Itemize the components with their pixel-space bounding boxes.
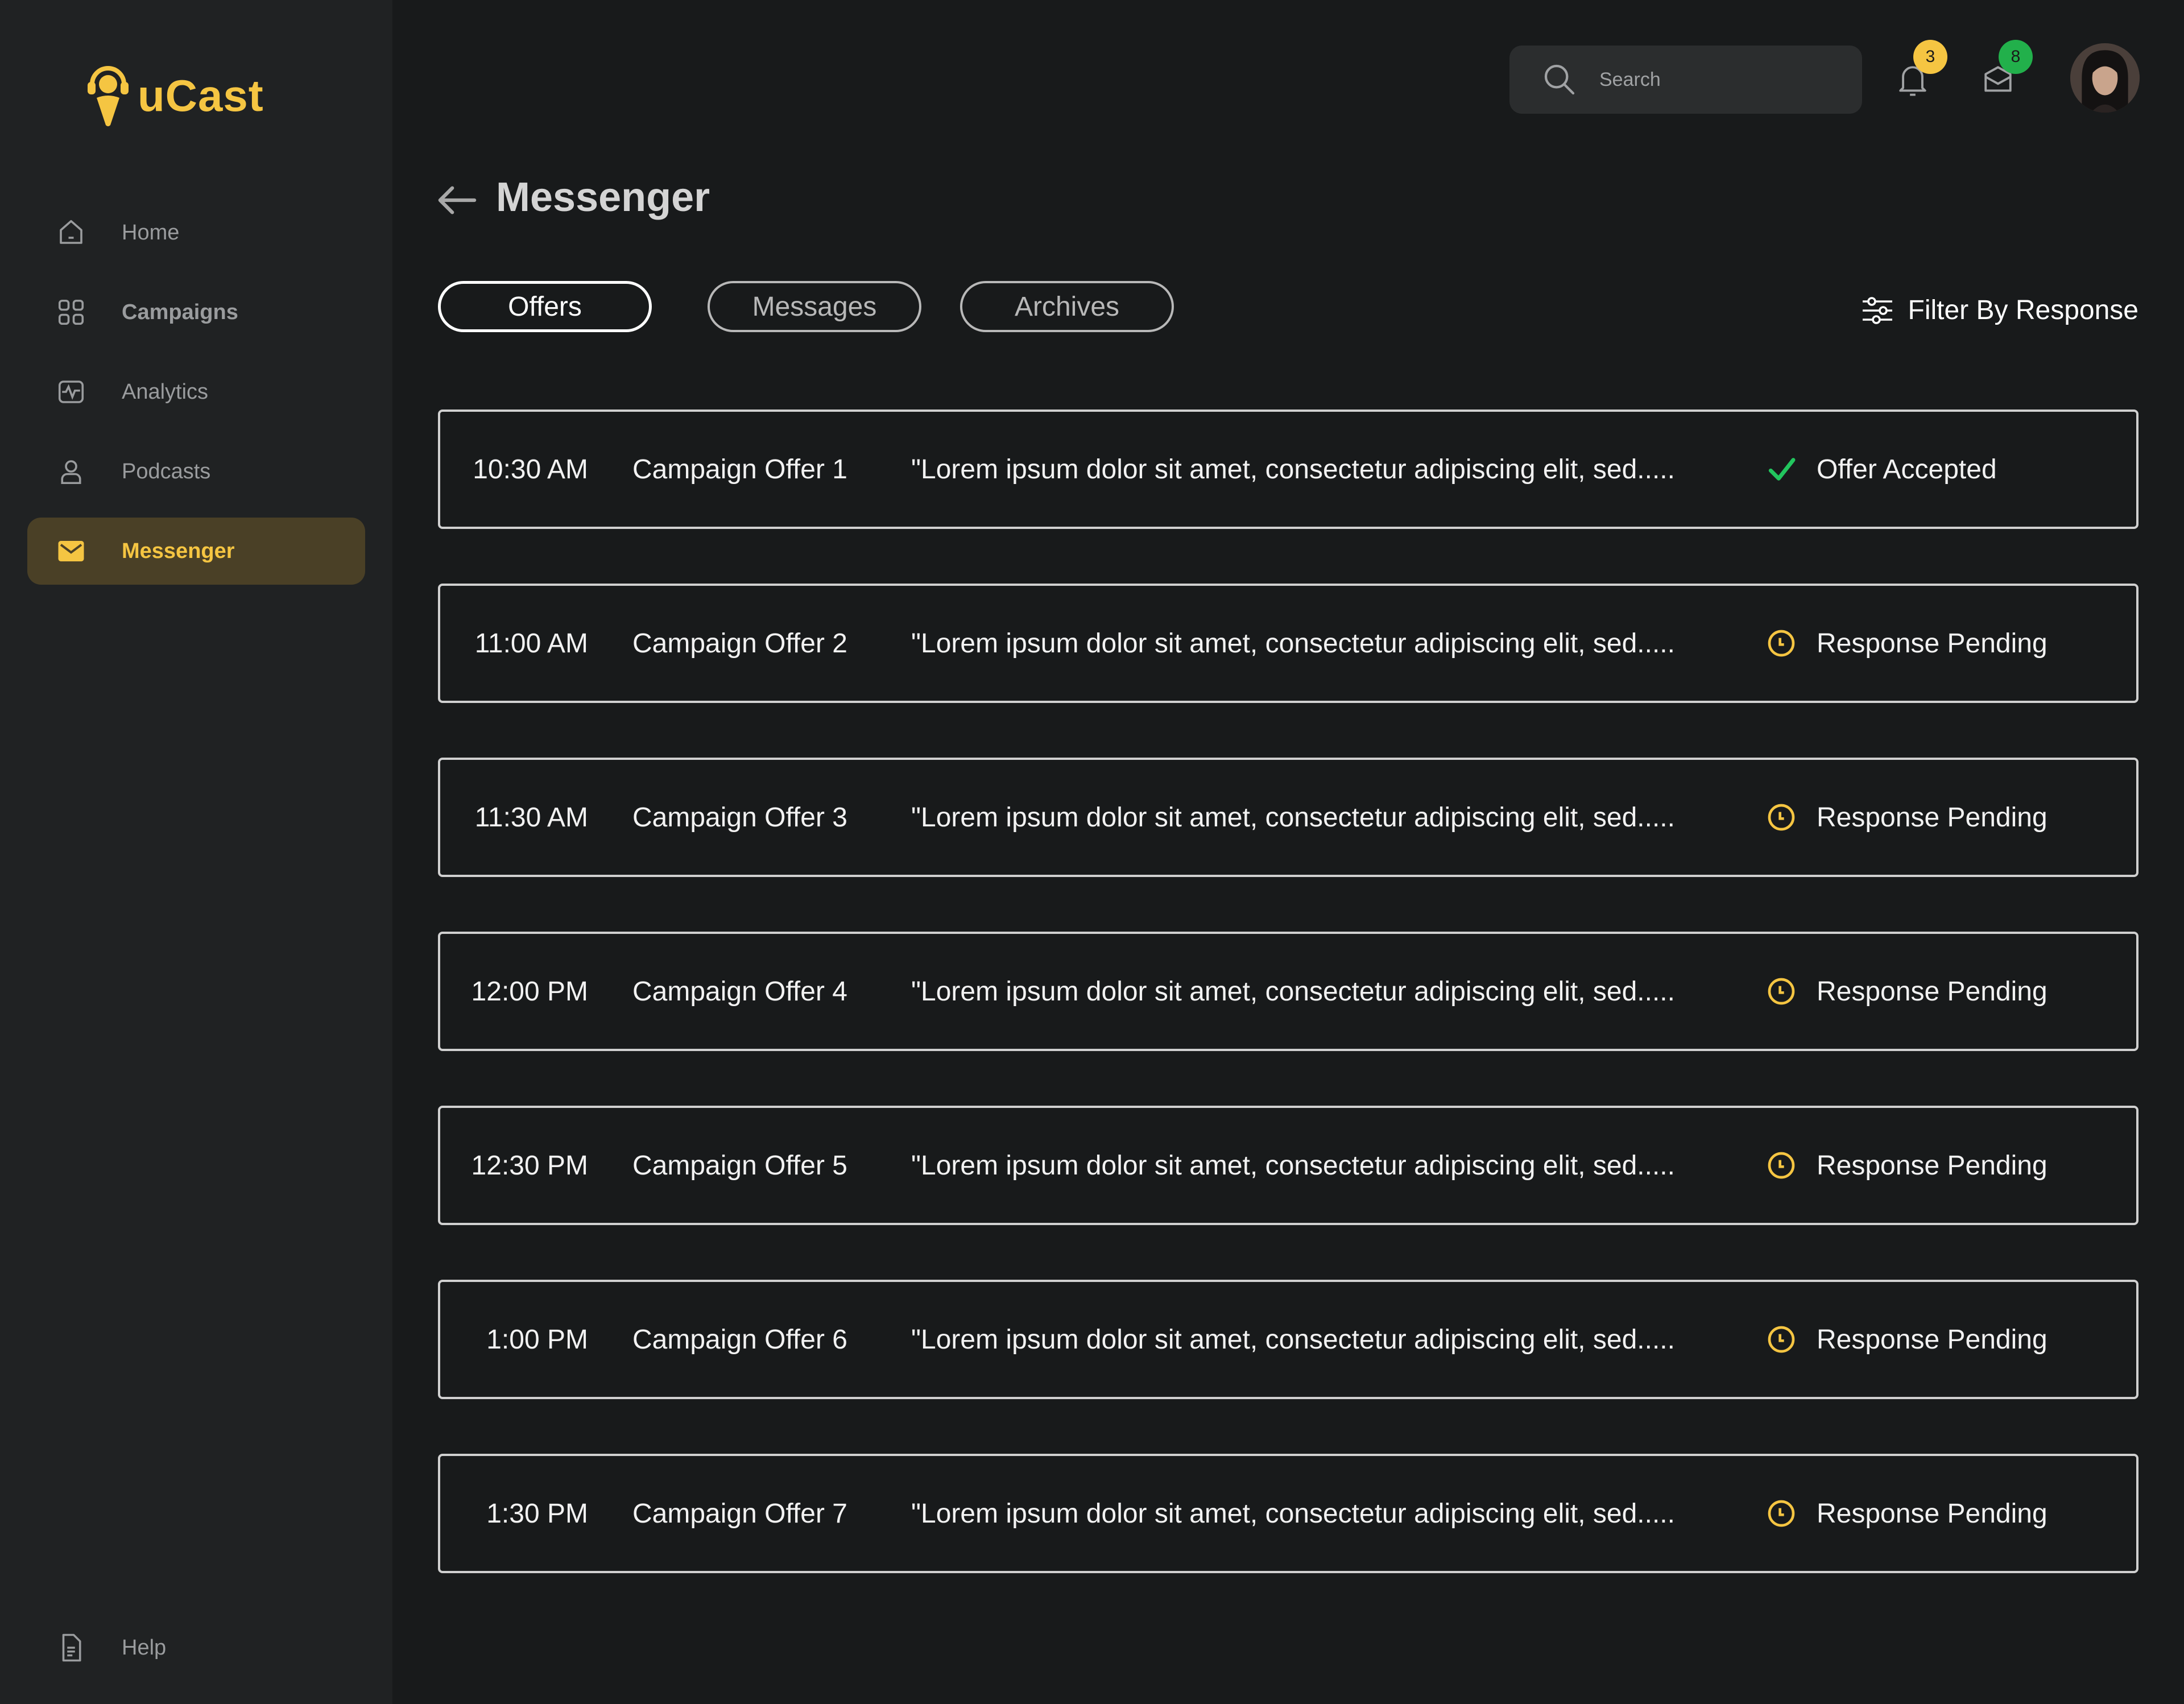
notifications-badge: 3: [1913, 40, 1947, 74]
logo[interactable]: uCast: [85, 64, 264, 127]
offer-status: Response Pending: [1765, 1282, 2048, 1397]
activity-icon: [56, 377, 86, 407]
offer-row[interactable]: 10:30 AM Campaign Offer 1 "Lorem ipsum d…: [438, 410, 2138, 529]
sidebar-item-analytics[interactable]: Analytics: [27, 358, 365, 425]
offer-status: Response Pending: [1765, 1108, 2048, 1223]
sidebar-item-label: Podcasts: [122, 459, 211, 483]
clock-icon: [1765, 1324, 1797, 1355]
clock-icon: [1765, 975, 1797, 1007]
offer-row[interactable]: 11:30 AM Campaign Offer 3 "Lorem ipsum d…: [438, 758, 2138, 877]
sidebar-item-home[interactable]: Home: [27, 199, 365, 266]
offer-status: Offer Accepted: [1765, 412, 1997, 527]
offer-status: Response Pending: [1765, 1456, 2048, 1571]
search-input[interactable]: Search: [1509, 46, 1862, 114]
offer-time: 1:00 PM: [486, 1324, 588, 1355]
brand-name: uCast: [138, 70, 264, 121]
sidebar-item-help[interactable]: Help: [27, 1614, 365, 1681]
offer-status: Response Pending: [1765, 586, 2048, 701]
back-arrow-icon[interactable]: [437, 183, 477, 217]
offer-status-label: Offer Accepted: [1817, 454, 1997, 485]
page-title: Messenger: [496, 175, 710, 220]
tab-offers[interactable]: Offers: [438, 281, 652, 332]
clock-icon: [1765, 801, 1797, 833]
tab-archives[interactable]: Archives: [960, 281, 1174, 332]
offer-message: "Lorem ipsum dolor sit amet, consectetur…: [911, 976, 1675, 1007]
document-icon: [56, 1632, 86, 1663]
offer-name: Campaign Offer 2: [632, 628, 847, 659]
offer-name: Campaign Offer 6: [632, 1324, 847, 1355]
mail-icon: [56, 536, 86, 566]
tab-messages[interactable]: Messages: [708, 281, 921, 332]
clock-icon: [1765, 1149, 1797, 1181]
sidebar-item-podcasts[interactable]: Podcasts: [27, 438, 365, 505]
clock-icon: [1765, 627, 1797, 659]
offer-message: "Lorem ipsum dolor sit amet, consectetur…: [911, 1150, 1675, 1181]
offer-message: "Lorem ipsum dolor sit amet, consectetur…: [911, 628, 1675, 659]
offer-message: "Lorem ipsum dolor sit amet, consectetur…: [911, 1324, 1675, 1355]
sliders-icon: [1862, 296, 1892, 324]
sidebar-item-campaigns[interactable]: Campaigns: [27, 279, 365, 346]
messages-badge: 8: [1999, 40, 2033, 74]
offer-status: Response Pending: [1765, 934, 2048, 1049]
offer-name: Campaign Offer 4: [632, 976, 847, 1007]
offer-name: Campaign Offer 7: [632, 1498, 847, 1529]
offer-name: Campaign Offer 3: [632, 802, 847, 833]
offer-time: 11:30 AM: [474, 802, 588, 833]
logo-mic-icon: [88, 66, 129, 126]
offer-name: Campaign Offer 5: [632, 1150, 847, 1181]
search-icon: [1544, 64, 1575, 95]
sidebar-item-messenger[interactable]: Messenger: [27, 518, 365, 585]
offer-status-label: Response Pending: [1817, 1324, 2048, 1355]
offer-message: "Lorem ipsum dolor sit amet, consectetur…: [911, 802, 1675, 833]
filter-by-response-button[interactable]: Filter By Response: [1860, 295, 2139, 326]
offer-row[interactable]: 11:00 AM Campaign Offer 2 "Lorem ipsum d…: [438, 584, 2138, 703]
offer-status-label: Response Pending: [1817, 976, 2048, 1007]
offer-status-label: Response Pending: [1817, 1498, 2048, 1529]
offer-row[interactable]: 1:30 PM Campaign Offer 7 "Lorem ipsum do…: [438, 1454, 2138, 1573]
check-icon: [1765, 453, 1797, 485]
offers-list: 10:30 AM Campaign Offer 1 "Lorem ipsum d…: [438, 410, 2138, 1628]
offer-status: Response Pending: [1765, 760, 2048, 875]
sidebar-help: Help: [27, 1614, 365, 1694]
filter-label: Filter By Response: [1908, 295, 2139, 325]
sidebar-item-label: Messenger: [122, 539, 235, 563]
offer-row[interactable]: 12:30 PM Campaign Offer 5 "Lorem ipsum d…: [438, 1106, 2138, 1225]
offer-status-label: Response Pending: [1817, 628, 2048, 659]
app-root: uCast Home Campaigns Analytics Podcasts …: [0, 0, 2184, 1704]
sidebar-item-label: Analytics: [122, 379, 209, 404]
offer-status-label: Response Pending: [1817, 1150, 2048, 1181]
sidebar: uCast Home Campaigns Analytics Podcasts …: [0, 0, 392, 1704]
offer-row[interactable]: 12:00 PM Campaign Offer 4 "Lorem ipsum d…: [438, 932, 2138, 1051]
sidebar-item-label: Help: [122, 1635, 167, 1660]
offer-time: 12:30 PM: [471, 1150, 588, 1181]
avatar[interactable]: [2070, 43, 2140, 113]
offer-time: 11:00 AM: [474, 628, 588, 659]
offer-time: 12:00 PM: [471, 976, 588, 1007]
offer-time: 10:30 AM: [473, 454, 588, 485]
offer-message: "Lorem ipsum dolor sit amet, consectetur…: [911, 1498, 1675, 1529]
avatar-image: [2070, 43, 2140, 113]
sidebar-nav: Home Campaigns Analytics Podcasts Messen…: [27, 199, 365, 597]
home-icon: [56, 217, 86, 248]
search-placeholder: Search: [1599, 68, 1661, 90]
grid-icon: [56, 297, 86, 328]
offer-message: "Lorem ipsum dolor sit amet, consectetur…: [911, 454, 1675, 485]
clock-icon: [1765, 1498, 1797, 1529]
sidebar-item-label: Home: [122, 220, 180, 245]
sidebar-item-label: Campaigns: [122, 300, 238, 324]
offer-name: Campaign Offer 1: [632, 454, 847, 485]
offer-row[interactable]: 1:00 PM Campaign Offer 6 "Lorem ipsum do…: [438, 1280, 2138, 1399]
user-icon: [56, 456, 86, 487]
offer-status-label: Response Pending: [1817, 802, 2048, 833]
offer-time: 1:30 PM: [486, 1498, 588, 1529]
